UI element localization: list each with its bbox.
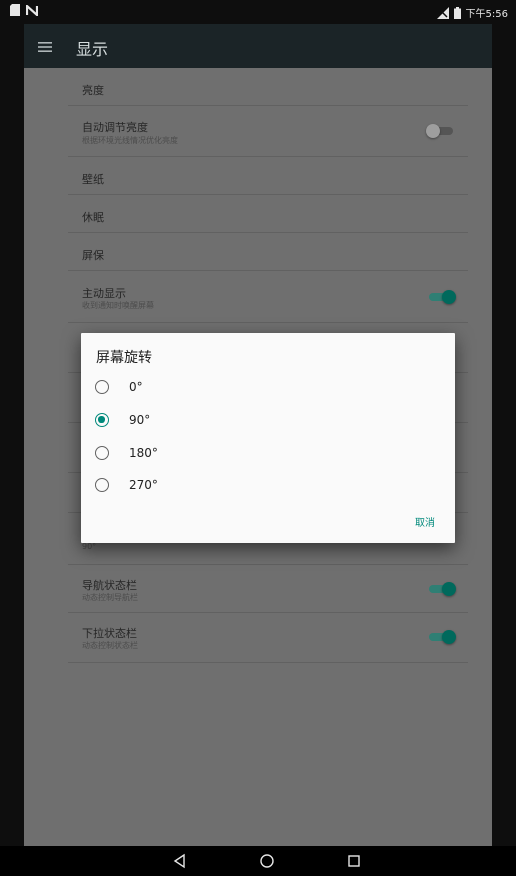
sd-card-icon <box>10 4 20 16</box>
setting-title: 壁纸 <box>82 173 104 186</box>
dialog-title: 屏幕旋转 <box>96 350 152 366</box>
setting-pulldown-status-bar[interactable]: 下拉状态栏 动态控制状态栏 <box>68 613 468 663</box>
screen: 下午5:56 显示 亮度 自动调节亮度 根据环境光线情况优化亮度 壁纸 休眠 屏… <box>0 0 516 876</box>
home-icon[interactable] <box>259 853 277 871</box>
setting-title: 自动调节亮度 <box>82 121 148 134</box>
ambient-display-toggle[interactable] <box>426 290 456 304</box>
setting-subtitle: 收到通知时唤醒屏幕 <box>82 301 154 310</box>
setting-subtitle: 90° <box>82 542 97 551</box>
setting-title: 导航状态栏 <box>82 579 137 592</box>
navigation-bar <box>0 846 516 876</box>
menu-icon[interactable] <box>38 38 58 54</box>
radio-checked-icon[interactable] <box>95 413 109 427</box>
status-time: 下午5:56 <box>465 9 508 20</box>
pulldown-status-bar-toggle[interactable] <box>426 630 456 644</box>
page-title: 显示 <box>76 40 109 59</box>
back-icon[interactable] <box>172 853 190 871</box>
rotation-option-90[interactable]: 90° <box>95 406 435 434</box>
setting-subtitle: 动态控制状态栏 <box>82 641 138 650</box>
setting-brightness[interactable]: 亮度 <box>68 68 468 106</box>
rotation-option-270[interactable]: 270° <box>95 471 435 499</box>
screen-rotation-dialog: 屏幕旋转 0° 90° 180° 270° 取消 <box>81 333 455 543</box>
auto-brightness-toggle[interactable] <box>426 124 456 138</box>
setting-title: 下拉状态栏 <box>82 627 137 640</box>
rotation-option-0[interactable]: 0° <box>95 373 435 401</box>
setting-nav-status-bar[interactable]: 导航状态栏 动态控制导航栏 <box>68 565 468 613</box>
setting-ambient-display[interactable]: 主动显示 收到通知时唤醒屏幕 <box>68 271 468 323</box>
option-label: 180° <box>129 446 158 460</box>
option-label: 270° <box>129 478 158 492</box>
option-label: 90° <box>129 413 151 427</box>
battery-icon <box>453 6 461 19</box>
radio-unchecked-icon[interactable] <box>95 380 109 394</box>
option-label: 0° <box>129 380 143 394</box>
radio-unchecked-icon[interactable] <box>95 478 109 492</box>
no-signal-icon <box>436 6 449 19</box>
setting-sleep[interactable]: 休眠 <box>68 195 468 233</box>
app-bar: 显示 <box>24 24 492 68</box>
setting-subtitle: 动态控制导航栏 <box>82 593 138 602</box>
setting-title: 休眠 <box>82 211 104 224</box>
rotation-option-180[interactable]: 180° <box>95 439 435 467</box>
setting-title: 亮度 <box>82 84 104 97</box>
status-bar: 下午5:56 <box>0 0 516 24</box>
n-notification-icon <box>26 4 38 16</box>
setting-title: 主动显示 <box>82 287 126 300</box>
setting-auto-brightness[interactable]: 自动调节亮度 根据环境光线情况优化亮度 <box>68 106 468 157</box>
nav-status-bar-toggle[interactable] <box>426 582 456 596</box>
setting-screensaver[interactable]: 屏保 <box>68 233 468 271</box>
setting-title: 屏保 <box>82 249 104 262</box>
cancel-button[interactable]: 取消 <box>415 514 435 529</box>
setting-subtitle: 根据环境光线情况优化亮度 <box>82 136 178 145</box>
recents-icon[interactable] <box>346 853 364 871</box>
setting-wallpaper[interactable]: 壁纸 <box>68 157 468 195</box>
radio-unchecked-icon[interactable] <box>95 446 109 460</box>
